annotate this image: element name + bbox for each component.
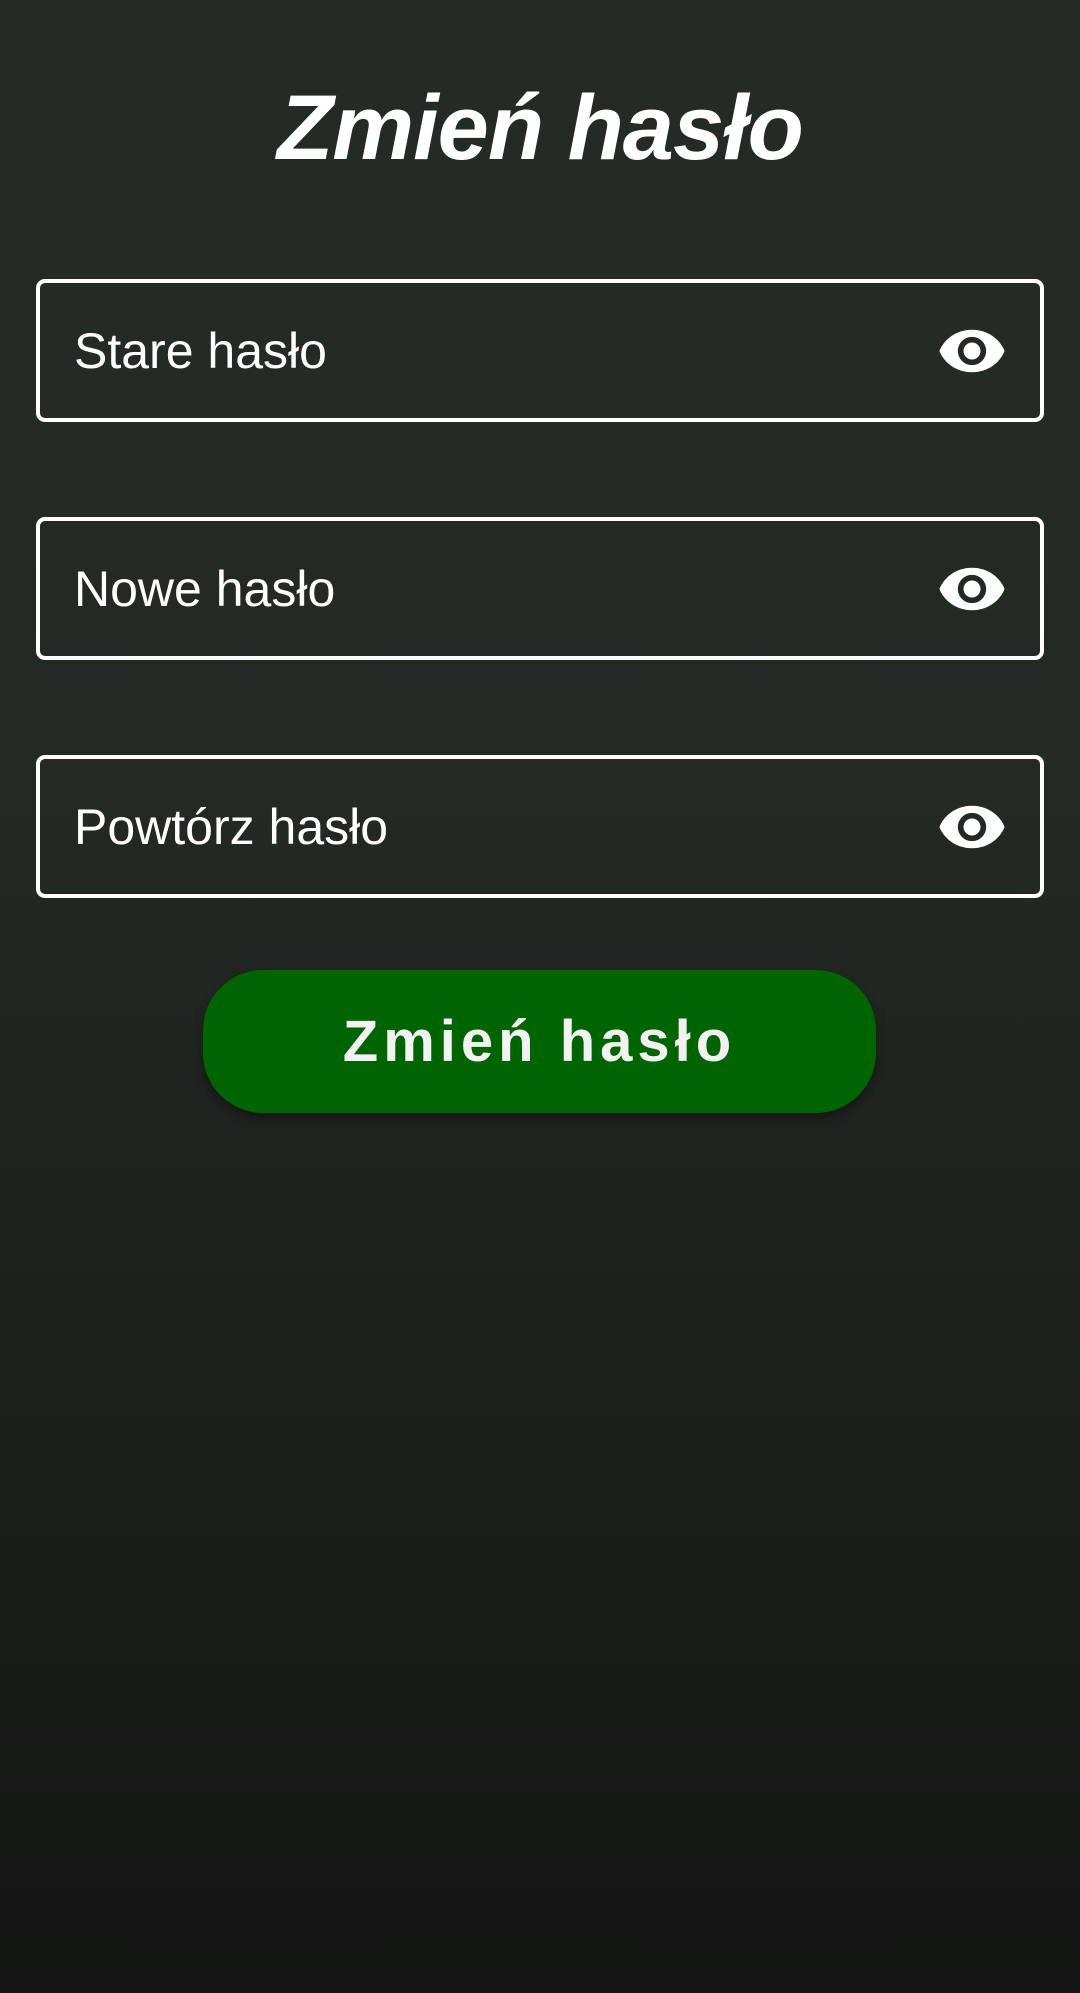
eye-icon[interactable]: [938, 565, 1006, 613]
old-password-field[interactable]: Stare hasło: [36, 279, 1044, 422]
change-password-button[interactable]: Zmień hasło: [203, 970, 876, 1113]
change-password-button-label: Zmień hasło: [342, 1009, 737, 1074]
eye-icon[interactable]: [938, 803, 1006, 851]
page-title: Zmień hasło: [277, 77, 804, 179]
old-password-input[interactable]: [40, 283, 1040, 418]
repeat-password-input[interactable]: [40, 759, 1040, 894]
repeat-password-field[interactable]: Powtórz hasło: [36, 755, 1044, 898]
change-password-screen: Zmień hasło Stare hasło Nowe hasło Powtó…: [0, 0, 1080, 1993]
eye-icon[interactable]: [938, 327, 1006, 375]
new-password-field[interactable]: Nowe hasło: [36, 517, 1044, 660]
new-password-input[interactable]: [40, 521, 1040, 656]
